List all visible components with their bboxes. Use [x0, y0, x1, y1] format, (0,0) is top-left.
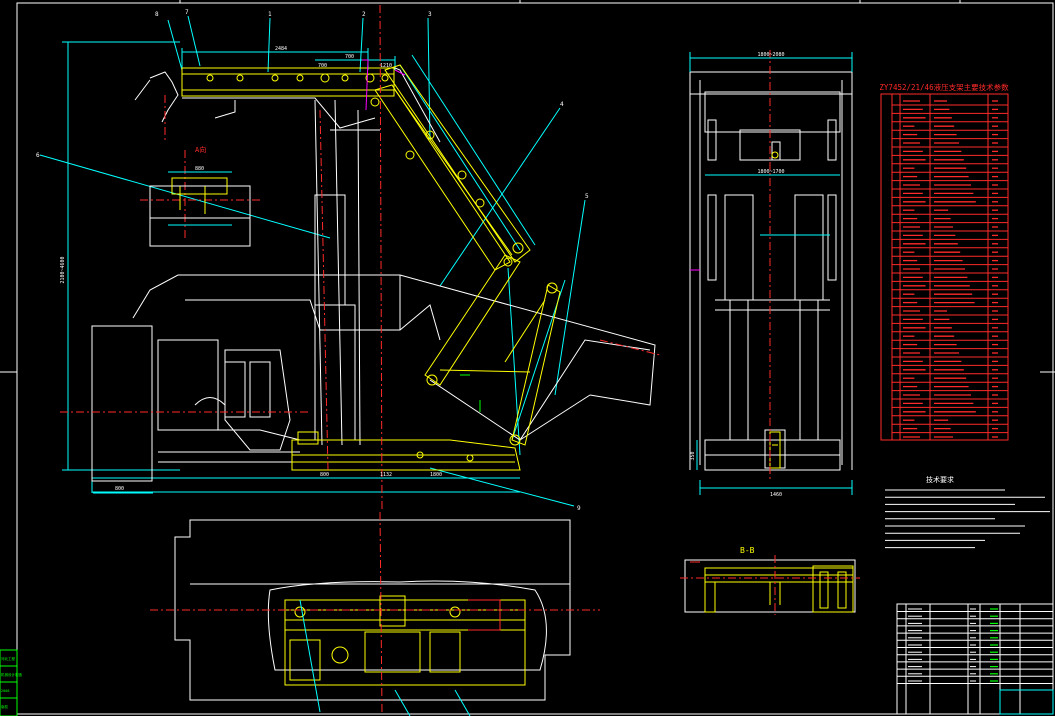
notes-title: 技术要求: [926, 475, 954, 484]
dim-base-c: 800: [320, 472, 329, 478]
dim-view-small: 880: [195, 166, 204, 172]
dim-side-bottom: 1460: [770, 492, 782, 498]
dim-base-b: 1800: [430, 472, 442, 478]
dim-side-height: 350: [690, 451, 696, 460]
balloon-6: 6: [36, 152, 40, 159]
dim-left-height: 2100~4600: [60, 256, 66, 283]
plan-view: [150, 511, 600, 716]
view-a-detail: [149, 171, 251, 247]
balloon-5: 5: [585, 193, 589, 200]
dim-top-b: 700: [345, 54, 354, 60]
main-side-view: [39, 4, 661, 511]
dim-side-width: 1800~2080: [757, 52, 784, 58]
left-tag-line2: 机械设计制造: [1, 672, 22, 677]
balloon-7: 7: [185, 9, 189, 16]
balloon-9: 9: [577, 505, 581, 512]
left-tag-line3: 2008: [1, 689, 9, 693]
balloon-4: 4: [560, 101, 564, 108]
spec-table-title: ZY7452/21/46液压支架主要技术参数: [879, 82, 1009, 92]
dim-base-a: 1132: [380, 472, 392, 478]
cad-drawing-canvas: ZY7452/21/46液压支架主要技术参数 B-B A向 技术要求 2484 …: [0, 0, 1055, 716]
dim-side-mid: 1800~1700: [757, 169, 784, 175]
left-tag-line1: 河北工程: [1, 656, 15, 661]
balloon-2: 2: [362, 11, 366, 18]
dim-top-c: 700: [318, 63, 327, 69]
dim-top-d: 1210: [380, 63, 392, 69]
dim-left-small: 800: [115, 486, 124, 492]
left-tag-line4: 版权: [1, 704, 8, 709]
section-b-b-view: [680, 555, 860, 615]
technical-notes: [885, 489, 1050, 549]
dim-top-a: 2484: [275, 46, 287, 52]
title-block-marks: [908, 608, 998, 682]
conveyor-block: [91, 325, 301, 482]
front-view: [689, 50, 853, 495]
section-b-b-label: B-B: [740, 546, 755, 555]
spec-table: [880, 93, 1009, 441]
canopy-top-yellow: [181, 64, 561, 471]
balloon-8: 8: [155, 11, 159, 18]
balloon-3: 3: [428, 11, 432, 18]
balloon-1: 1: [268, 11, 272, 18]
view-a-label: A向: [195, 145, 206, 154]
